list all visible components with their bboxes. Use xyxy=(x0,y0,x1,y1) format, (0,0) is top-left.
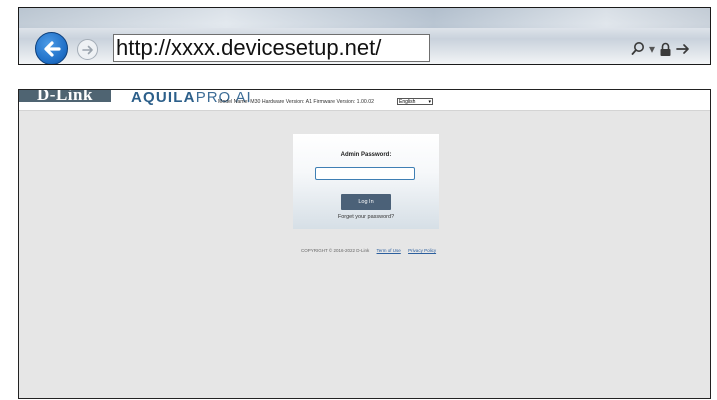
forward-button[interactable] xyxy=(77,39,98,60)
go-arrow-icon[interactable] xyxy=(676,42,690,56)
dlink-logo: D-Link xyxy=(19,90,111,102)
login-panel: Admin Password: Log In Forget your passw… xyxy=(293,134,439,229)
copyright-text: COPYRIGHT © 2016-2022 D-Link xyxy=(301,248,370,253)
forgot-password-link[interactable]: Forget your password? xyxy=(293,214,439,220)
address-bar-actions: ▾ xyxy=(631,39,690,59)
forward-arrow-icon xyxy=(82,45,93,55)
router-page: D-Link AQUILAPRO AI Model Name: M30 Hard… xyxy=(18,89,711,399)
lock-icon[interactable] xyxy=(659,42,672,57)
back-button[interactable] xyxy=(35,32,68,64)
privacy-policy-link[interactable]: Privacy Policy xyxy=(408,248,436,253)
address-bar-input[interactable]: http://xxxx.devicesetup.net/ xyxy=(113,34,430,62)
router-footer: COPYRIGHT © 2016-2022 D-Link Term of Use… xyxy=(301,248,436,253)
login-button[interactable]: Log In xyxy=(341,194,391,210)
terms-of-use-link[interactable]: Term of Use xyxy=(377,248,401,253)
product-name-bold: AQUILA xyxy=(131,89,196,106)
browser-toolbar: http://xxxx.devicesetup.net/ ▾ xyxy=(18,7,711,65)
search-icon[interactable] xyxy=(631,41,645,57)
admin-password-label: Admin Password: xyxy=(340,152,392,158)
language-select[interactable]: English ▾ xyxy=(397,98,433,105)
language-value: English xyxy=(399,99,416,105)
tab-strip xyxy=(19,8,710,28)
back-arrow-icon xyxy=(44,41,61,57)
chevron-down-icon[interactable]: ▾ xyxy=(649,42,655,56)
device-info: Model Name: M30 Hardware Version: A1 Fir… xyxy=(218,99,374,105)
admin-password-input[interactable] xyxy=(315,167,415,180)
router-header: D-Link AQUILAPRO AI Model Name: M30 Hard… xyxy=(19,90,710,111)
chevron-down-icon: ▾ xyxy=(428,99,431,105)
